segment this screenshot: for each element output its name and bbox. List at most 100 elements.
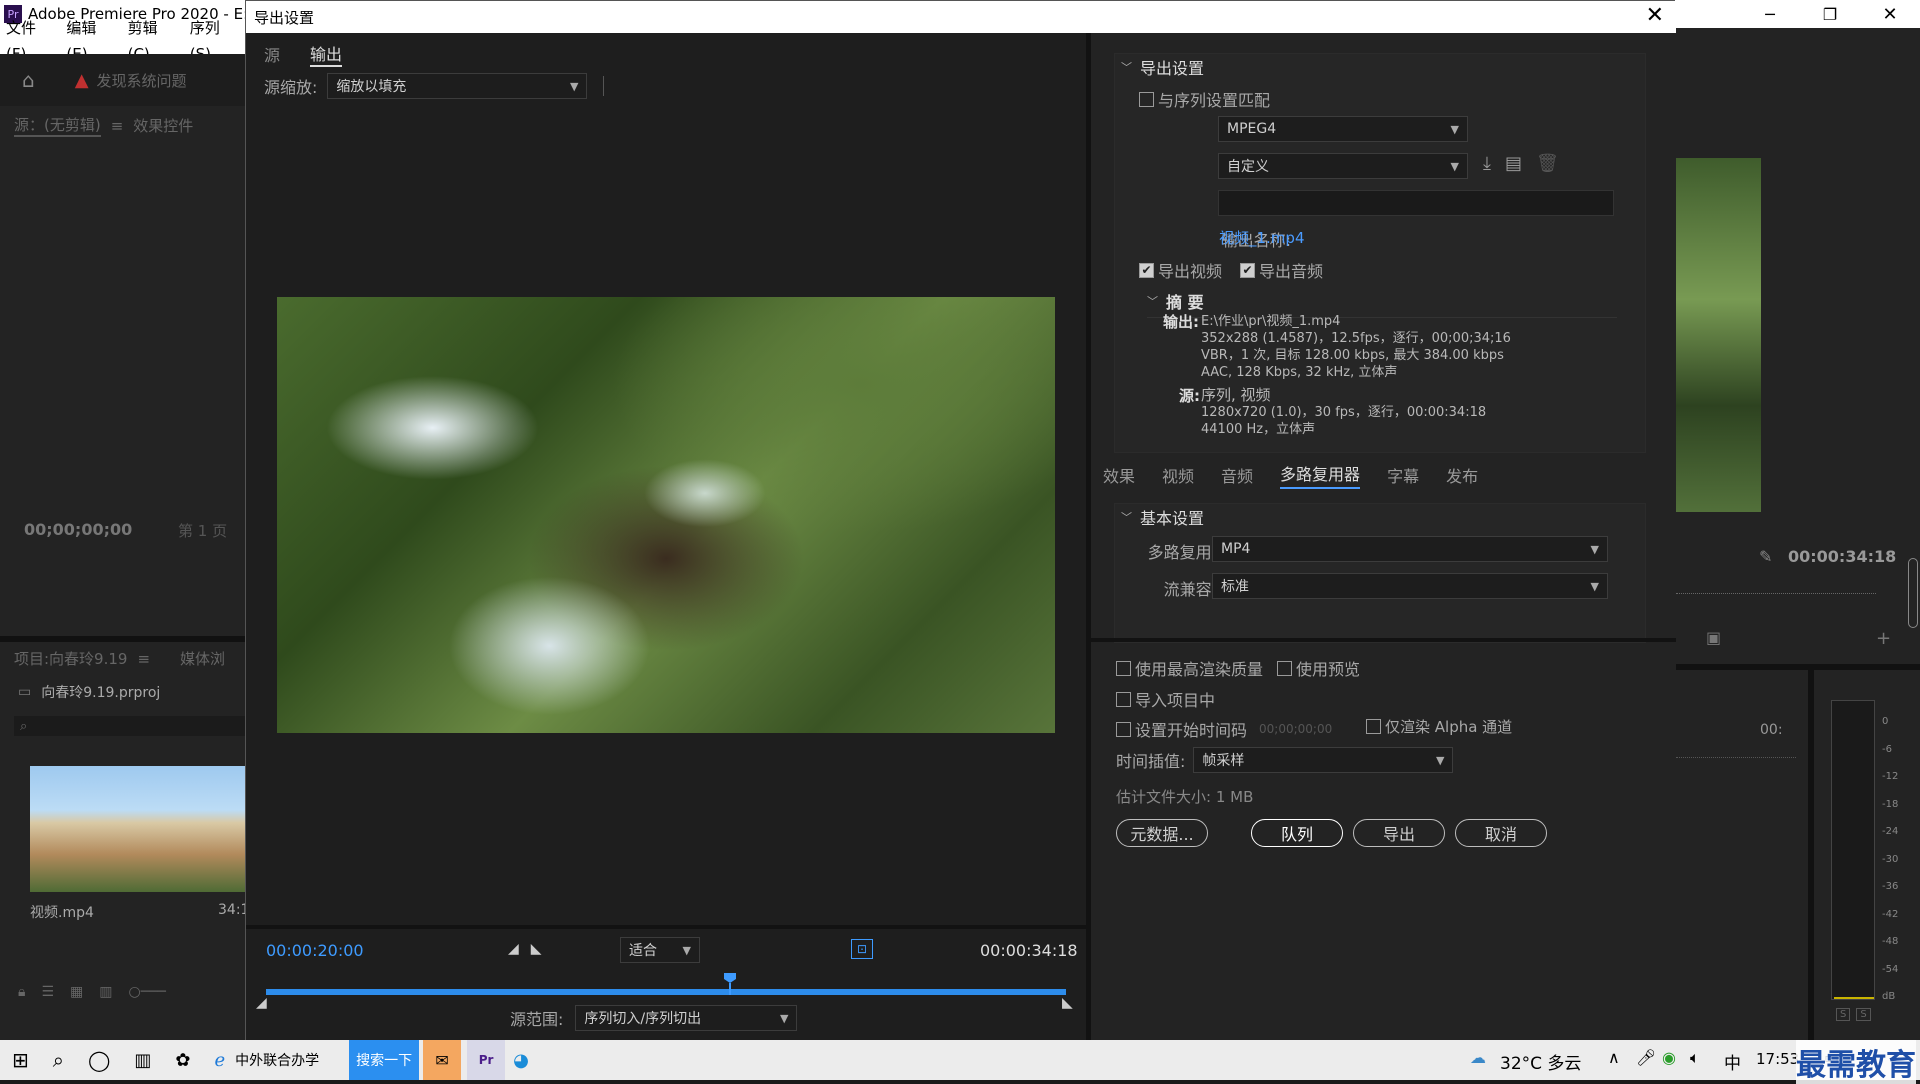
export-audio-option[interactable]: ✔ 导出音频 xyxy=(1240,258,1323,282)
app-icon[interactable]: ✿ xyxy=(175,1050,190,1071)
import-preset-icon[interactable]: ▤ xyxy=(1505,153,1522,174)
minimize-button[interactable]: ─ xyxy=(1740,5,1800,24)
meter-tick: 0 xyxy=(1882,716,1889,727)
volume-icon[interactable]: 🔈︎ xyxy=(1690,1048,1700,1068)
mark-in-icon[interactable]: ◢ xyxy=(508,941,519,957)
browser-icon[interactable]: ℯ xyxy=(214,1050,225,1071)
solo-button-right[interactable]: S xyxy=(1856,1008,1871,1021)
export-button[interactable]: 导出 xyxy=(1353,819,1445,847)
use-preview-option[interactable]: 使用预览 xyxy=(1277,656,1360,680)
delete-preset-icon[interactable]: 🗑︎ xyxy=(1536,153,1559,174)
effect-controls-tab[interactable]: 效果控件 xyxy=(133,115,193,136)
queue-button[interactable]: 队列 xyxy=(1251,819,1343,847)
output-name-link[interactable]: 视频_1.mp4 xyxy=(1219,227,1305,248)
menu-icon[interactable]: ≡ xyxy=(137,650,150,668)
alpha-only-option[interactable]: 仅渲染 Alpha 通道 xyxy=(1366,716,1512,737)
restore-button[interactable]: ❐ xyxy=(1800,5,1860,24)
list-view-icon[interactable]: ☰ xyxy=(41,984,54,1000)
range-start-handle-icon[interactable]: ◢ xyxy=(256,995,267,1011)
set-start-tc-option[interactable]: 设置开始时间码 xyxy=(1116,717,1247,741)
left-timecode[interactable]: 00;00;00;00 xyxy=(24,520,132,539)
playhead[interactable] xyxy=(724,973,736,995)
scroll-handle[interactable] xyxy=(1908,558,1918,628)
tab-captions[interactable]: 字幕 xyxy=(1387,463,1419,487)
set-start-tc-checkbox[interactable] xyxy=(1116,721,1131,737)
dialog-close-icon[interactable]: ✕ xyxy=(1646,3,1664,28)
export-video-option[interactable]: ✔ 导出视频 xyxy=(1139,258,1222,282)
basic-settings-header[interactable]: ﹀ 基本设置 xyxy=(1121,505,1204,529)
project-search-input[interactable]: ⌕ xyxy=(14,716,245,736)
format-dropdown[interactable]: MPEG4 ▼ xyxy=(1218,116,1468,142)
export-settings-header[interactable]: ﹀ 导出设置 xyxy=(1121,55,1204,79)
preset-dropdown[interactable]: 自定义 ▼ xyxy=(1218,153,1468,179)
export-frame-icon[interactable]: ▣ xyxy=(1706,628,1721,647)
tab-audio[interactable]: 音频 xyxy=(1221,463,1253,487)
window-close-button[interactable]: ✕ xyxy=(1860,4,1920,25)
max-quality-checkbox[interactable] xyxy=(1116,660,1131,676)
multiplexer-dropdown[interactable]: MP4 ▼ xyxy=(1212,536,1608,562)
tab-output[interactable]: 输出 xyxy=(310,41,343,67)
import-project-checkbox[interactable] xyxy=(1116,691,1131,707)
export-video-checkbox[interactable]: ✔ xyxy=(1139,262,1154,278)
tab-publish[interactable]: 发布 xyxy=(1446,463,1478,487)
zoom-slider[interactable]: ○─── xyxy=(128,984,166,1000)
lock-icon[interactable]: 🔒︎ xyxy=(18,984,25,1000)
export-audio-checkbox[interactable]: ✔ xyxy=(1240,262,1256,278)
range-end-handle-icon[interactable]: ◣ xyxy=(1062,995,1073,1011)
tab-multiplexer[interactable]: 多路复用器 xyxy=(1280,461,1361,489)
tab-video[interactable]: 视频 xyxy=(1162,463,1194,487)
clock-time[interactable]: 17:53 xyxy=(1756,1050,1799,1068)
network-icon[interactable]: ◉ xyxy=(1662,1048,1676,1067)
weather-text[interactable]: 32°C 多云 xyxy=(1500,1049,1581,1074)
solo-button-left[interactable]: S xyxy=(1836,1008,1851,1021)
stream-compat-dropdown[interactable]: 标准 ▼ xyxy=(1212,573,1608,599)
icon-view-icon[interactable]: ▦ xyxy=(70,984,83,1000)
clip-name[interactable]: 视频.mp4 xyxy=(30,902,94,922)
microphone-icon[interactable]: 🎤︎ xyxy=(1636,1048,1656,1067)
aspect-correction-icon[interactable]: ⊡ xyxy=(851,939,873,959)
cancel-button[interactable]: 取消 xyxy=(1455,819,1547,847)
source-scale-dropdown[interactable]: 缩放以填充 ▼ xyxy=(327,73,588,99)
mark-out-icon[interactable]: ◣ xyxy=(531,941,542,957)
clip-thumbnail[interactable] xyxy=(30,766,245,892)
max-quality-option[interactable]: 使用最高渲染质量 xyxy=(1116,656,1263,680)
right-timecode[interactable]: 00:00:34:18 xyxy=(1788,547,1896,566)
time-interpolation-dropdown[interactable]: 帧采样 ▼ xyxy=(1193,747,1454,773)
alpha-only-checkbox[interactable] xyxy=(1366,719,1381,734)
match-sequence-checkbox[interactable] xyxy=(1139,91,1154,107)
project-tab[interactable]: 项目:向春玲9.19 xyxy=(14,648,127,669)
task-view-icon[interactable]: ▥ xyxy=(134,1050,151,1071)
taskbar-app-label[interactable]: 中外联合办学 xyxy=(235,1050,319,1070)
source-range-dropdown[interactable]: 序列切入/序列切出 ▼ xyxy=(575,1005,798,1031)
match-sequence-row[interactable]: 与序列设置匹配 xyxy=(1139,87,1270,111)
weather-icon[interactable]: ☁ xyxy=(1470,1048,1486,1067)
add-button-icon[interactable]: + xyxy=(1876,628,1891,649)
search-go-button[interactable]: 搜索一下 xyxy=(349,1040,420,1080)
tab-source[interactable]: 源 xyxy=(264,42,280,66)
fit-dropdown[interactable]: 适合 ▼ xyxy=(620,937,700,963)
cortana-icon[interactable]: ◯ xyxy=(88,1048,110,1072)
tray-chevron-icon[interactable]: ∧ xyxy=(1608,1048,1620,1067)
search-icon[interactable]: ⌕ xyxy=(53,1048,64,1072)
wrench-icon[interactable]: ✎ xyxy=(1759,547,1772,566)
import-project-option[interactable]: 导入项目中 xyxy=(1116,687,1215,711)
media-browser-tab[interactable]: 媒体浏 xyxy=(180,648,225,669)
edge-icon[interactable]: ◕ xyxy=(513,1050,529,1071)
source-panel-tab[interactable]: 源：(无剪辑) xyxy=(14,114,101,137)
metadata-button[interactable]: 元数据... xyxy=(1116,819,1208,847)
timeline-scrubber[interactable] xyxy=(266,989,1066,995)
save-preset-icon[interactable]: ⤓ xyxy=(1483,153,1491,174)
tab-effects[interactable]: 效果 xyxy=(1103,463,1135,487)
wechat-icon[interactable]: ✉ xyxy=(423,1040,462,1080)
current-time[interactable]: 00:00:20:00 xyxy=(266,941,364,960)
start-tc-value[interactable]: 00;00;00;00 xyxy=(1259,722,1332,736)
menu-icon[interactable]: ≡ xyxy=(111,117,124,135)
premiere-taskbar-icon[interactable]: Pr xyxy=(467,1040,506,1080)
use-preview-checkbox[interactable] xyxy=(1277,660,1293,676)
windows-start-icon[interactable]: ⊞ xyxy=(12,1048,29,1072)
ime-indicator[interactable]: 中 xyxy=(1724,1049,1741,1074)
system-notice[interactable]: 发现系统问题 xyxy=(97,70,187,91)
home-icon[interactable]: ⌂ xyxy=(22,68,35,92)
comments-input[interactable] xyxy=(1218,190,1614,216)
freeform-view-icon[interactable]: ▥ xyxy=(99,984,112,1000)
